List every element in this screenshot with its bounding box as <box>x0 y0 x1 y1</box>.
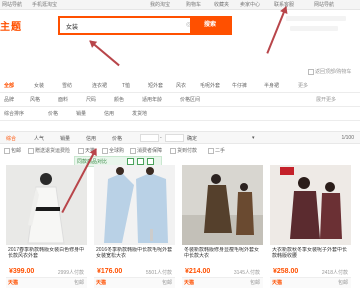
product-sold: 5501人付款 <box>145 270 172 276</box>
product-image[interactable] <box>270 165 351 245</box>
product-meta: 天猫 包邮 <box>6 277 87 288</box>
sort-option[interactable]: 销量 <box>60 135 70 142</box>
top-nav-link[interactable]: 购物车 <box>186 1 201 8</box>
filter-dropdown[interactable]: 信用 <box>104 110 114 117</box>
location-dropdown[interactable]: ▾ <box>252 135 255 141</box>
product-card[interactable]: 2017春季新款韩版女装白色修身中长款风衣外套 ¥399.00 2999人付款 … <box>6 165 87 288</box>
option-item[interactable]: 货到付款 <box>170 147 197 154</box>
category-more[interactable]: 更多 <box>298 82 308 89</box>
category-item[interactable]: 风衣 <box>176 82 186 89</box>
attribute-item[interactable]: 适用年龄 <box>142 96 162 103</box>
product-price: ¥214.00 <box>185 268 211 275</box>
pager[interactable]: 1/100 <box>341 135 354 141</box>
top-nav-link[interactable]: 网站导航 <box>2 1 22 8</box>
category-item[interactable]: 连衣裙 <box>92 82 107 89</box>
annotation-arrow <box>89 40 120 67</box>
attribute-bar: 品牌 风格 面料 尺码 颜色 适用年龄 价格区间 展开更多 <box>0 96 360 107</box>
top-nav-link[interactable]: 收藏夹 <box>214 1 229 8</box>
option-item[interactable]: 全球购 <box>102 147 124 154</box>
shipping-badge: 包邮 <box>73 280 84 286</box>
promo-area <box>280 12 360 40</box>
shipping-badge: 包邮 <box>161 280 172 286</box>
range-separator: - <box>160 135 162 141</box>
category-item[interactable]: 牛仔裤 <box>232 82 247 89</box>
option-row: 包邮 赠送退货运费险 天猫 全球购 消费者保障 货到付款 二手 <box>0 145 360 155</box>
sort-option[interactable]: 价格 <box>112 135 122 142</box>
list-view-icon[interactable] <box>137 158 144 165</box>
option-item[interactable]: 消费者保障 <box>130 147 162 154</box>
option-item[interactable]: 二手 <box>208 147 225 154</box>
option-item[interactable]: 赠送退货运费险 <box>28 147 70 154</box>
product-sold: 3145人付款 <box>233 270 260 276</box>
category-item[interactable]: 女装 <box>34 82 44 89</box>
product-title[interactable]: 2017春季新款韩版女装白色修身中长款风衣外套 <box>8 247 86 265</box>
product-title[interactable]: 2016冬季新款韩版中长款毛呢外套女装宽松大衣 <box>96 247 174 265</box>
shop-tag[interactable]: 天猫 <box>8 279 18 286</box>
large-view-icon[interactable] <box>147 158 154 165</box>
filter-dropdown[interactable]: 销量 <box>76 110 86 117</box>
product-title[interactable]: 大衣新款秋冬季女装呢子外套中长款韩版收腰 <box>272 247 350 265</box>
grid-view-icon[interactable] <box>127 158 134 165</box>
attribute-item[interactable]: 尺码 <box>86 96 96 103</box>
sort-option[interactable]: 信用 <box>86 135 96 142</box>
attribute-item[interactable]: 品牌 <box>4 96 14 103</box>
product-image[interactable] <box>6 165 87 245</box>
filter-dropdown[interactable]: 综合排序 <box>4 110 24 117</box>
cart-link[interactable]: 返回顶部/购物车 <box>308 68 351 75</box>
product-price: ¥176.00 <box>97 268 123 275</box>
top-nav-bar: 网站导航 手机逛淘宝 我的淘宝 购物车 收藏夹 卖家中心 联系客服 网站导航 <box>0 0 360 10</box>
product-meta: 天猫 包邮 <box>182 277 263 288</box>
attribute-item[interactable]: 面料 <box>58 96 68 103</box>
product-card[interactable]: 冬装新款韩版修身显瘦毛呢外套女中长款大衣 ¥214.00 3145人付款 天猫 … <box>182 165 263 288</box>
category-item[interactable]: 全部 <box>4 82 14 89</box>
category-item[interactable]: 半身裙 <box>264 82 279 89</box>
category-item[interactable]: 雪纺 <box>62 82 72 89</box>
brand-logo[interactable]: 主题 <box>0 18 22 33</box>
category-item[interactable]: T恤 <box>122 82 130 89</box>
shop-tag[interactable]: 天猫 <box>96 279 106 286</box>
attribute-expand[interactable]: 展开更多 <box>316 96 336 103</box>
product-card[interactable]: 大衣新款秋冬季女装呢子外套中长款韩版收腰 ¥258.00 2418人付款 天猫 … <box>270 165 351 288</box>
shop-tag[interactable]: 天猫 <box>272 279 282 286</box>
category-item[interactable]: 毛呢外套 <box>200 82 220 89</box>
search-input[interactable] <box>66 21 186 32</box>
compare-label[interactable]: 同款商品对比 <box>77 158 107 165</box>
attribute-item[interactable]: 价格区间 <box>180 96 200 103</box>
range-confirm-button[interactable]: 确定 <box>187 135 197 142</box>
filter-dropdown-bar: 综合排序 价格 销量 信用 发货地 <box>0 110 360 121</box>
product-price: ¥399.00 <box>9 268 35 275</box>
product-title[interactable]: 冬装新款韩版修身显瘦毛呢外套女中长款大衣 <box>184 247 262 265</box>
product-sold: 2999人付款 <box>57 270 84 276</box>
attribute-item[interactable]: 风格 <box>30 96 40 103</box>
top-nav-link[interactable]: 我的淘宝 <box>150 1 170 8</box>
sort-bar: 综合 人气 销量 信用 价格 - 确定 ▾ 1/100 <box>0 131 360 144</box>
product-card[interactable]: 2016冬季新款韩版中长款毛呢外套女装宽松大衣 ¥176.00 5501人付款 … <box>94 165 175 288</box>
option-item[interactable]: 包邮 <box>4 147 21 154</box>
product-image[interactable] <box>182 165 263 245</box>
price-max-input[interactable] <box>165 134 184 142</box>
category-bar: 全部 女装 雪纺 连衣裙 T恤 短外套 风衣 毛呢外套 牛仔裤 半身裙 更多 <box>0 82 360 93</box>
shipping-badge: 包邮 <box>337 280 348 286</box>
sort-option[interactable]: 人气 <box>34 135 44 142</box>
shop-tag[interactable]: 天猫 <box>184 279 194 286</box>
search-button[interactable]: 搜索 <box>190 18 230 33</box>
top-nav-link[interactable]: 网站导航 <box>314 1 334 8</box>
top-nav-link[interactable]: 手机逛淘宝 <box>32 1 57 8</box>
product-sold: 2418人付款 <box>321 270 348 276</box>
cart-checkbox[interactable] <box>308 68 314 75</box>
price-min-input[interactable] <box>140 134 159 142</box>
sort-option[interactable]: 综合 <box>6 135 16 142</box>
shipping-badge: 包邮 <box>249 280 260 286</box>
category-item[interactable]: 短外套 <box>148 82 163 89</box>
product-price: ¥258.00 <box>273 268 299 275</box>
search-box: ◎ 搜索 <box>58 16 232 35</box>
product-meta: 天猫 包邮 <box>94 277 175 288</box>
attribute-item[interactable]: 颜色 <box>114 96 124 103</box>
product-meta: 天猫 包邮 <box>270 277 351 288</box>
product-image[interactable] <box>94 165 175 245</box>
filter-dropdown[interactable]: 发货地 <box>132 110 147 117</box>
top-nav-link[interactable]: 卖家中心 <box>240 1 260 8</box>
filter-dropdown[interactable]: 价格 <box>48 110 58 117</box>
